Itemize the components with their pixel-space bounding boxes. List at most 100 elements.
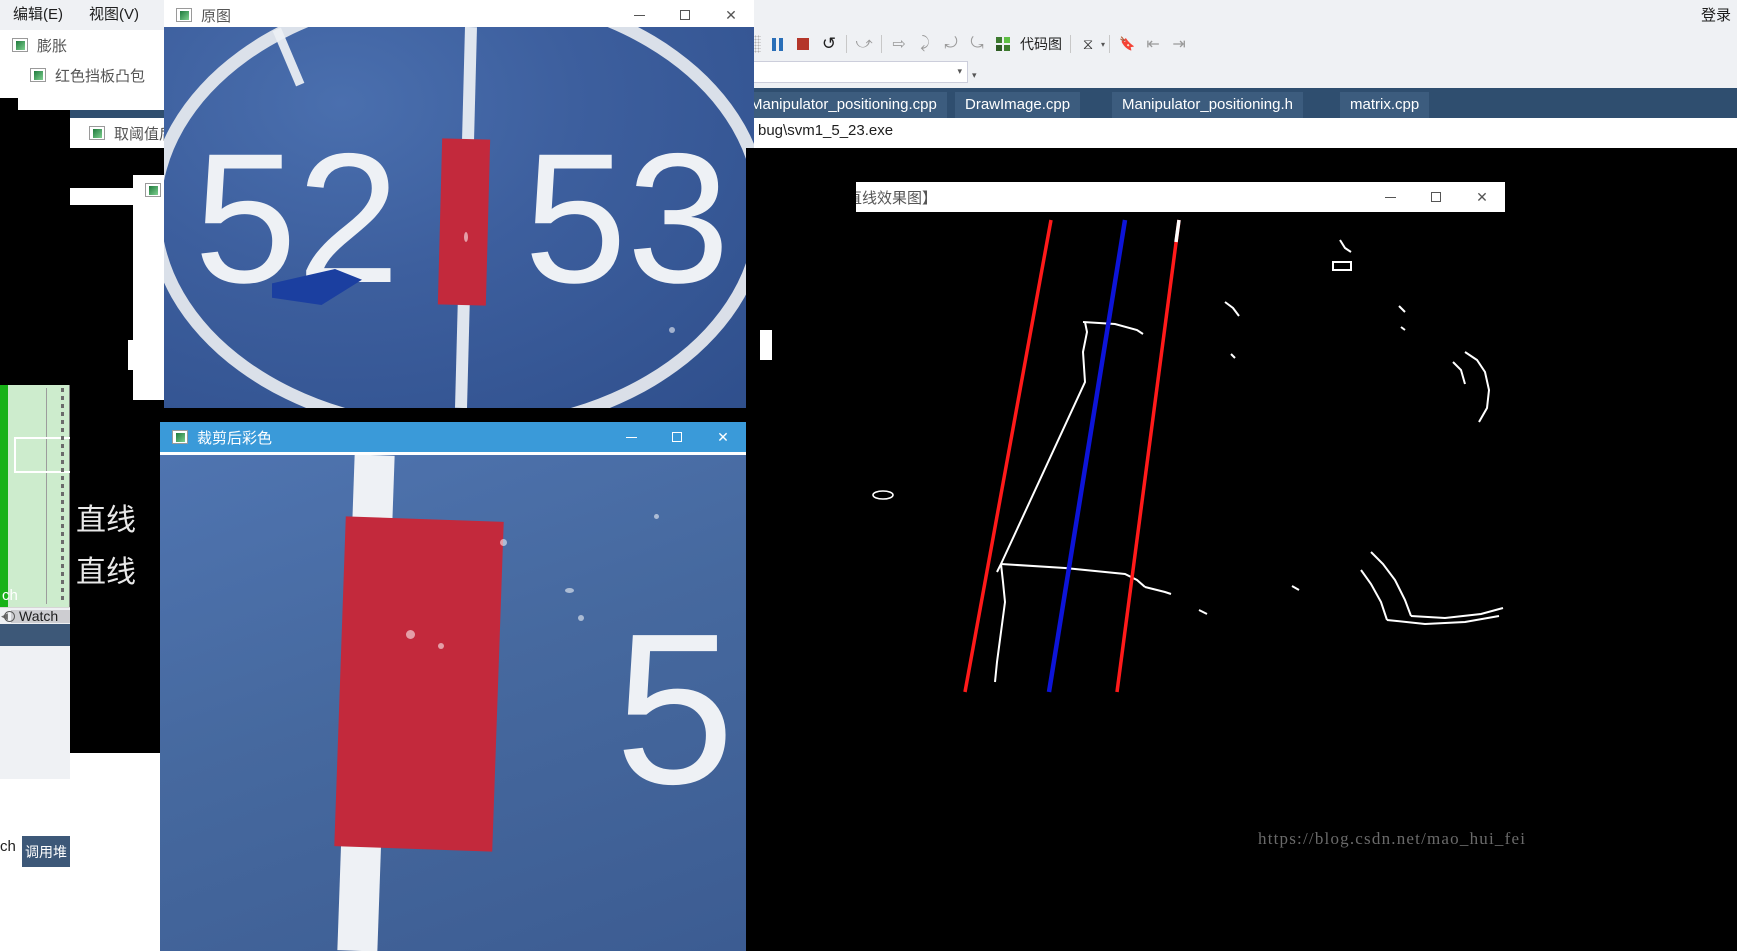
tab-manipulator-positioning-cpp[interactable]: Manipulator_positioning.cpp [740,92,947,118]
threads-icon[interactable]: ⧖ [1075,32,1101,56]
output-exe-path: bug\svm1_5_23.exe [758,122,894,139]
locals-changed-indicator [0,385,8,607]
image-speck [654,514,659,519]
csdn-watermark: https://blog.csdn.net/mao_hui_fei [1258,829,1527,848]
pause-button[interactable] [764,32,790,56]
opencv-window-icon [12,38,28,52]
cropped-digit-5: 5 [615,588,735,829]
cropped-sign-image: 5 [160,455,746,951]
cropped-window-title: 裁剪后彩色 [197,429,273,447]
background-black-left-of-linedetect [746,148,856,422]
hidden-window-handle[interactable] [760,330,772,360]
sign-in-label[interactable]: 登录 [1701,4,1731,25]
toolbar-separator [881,35,883,53]
original-window[interactable]: 原图 ✕ 52 53 [164,0,754,408]
image-speck [669,327,675,333]
step-over-icon[interactable]: ⇨ [886,32,912,56]
linedetect-window-canvas [765,212,1505,694]
code-map-icon[interactable] [990,32,1016,56]
close-button[interactable]: ✕ [708,0,754,30]
locals-grid [0,385,70,607]
unnamed-window-handle[interactable] [128,340,138,370]
code-map-label[interactable]: 代码图 [1016,34,1066,54]
locals-dotted-border [61,388,64,603]
toolbar-separator [1070,35,1072,53]
chevron-down-icon[interactable]: ▾ [957,66,962,77]
bottom-tab-callstack[interactable]: 调用堆 [22,836,70,867]
maximize-button[interactable] [662,0,708,30]
image-speck [406,630,415,639]
background-black-right2 [1505,182,1737,694]
menu-item-view[interactable]: 视图(V) [76,0,152,30]
dilate-window[interactable]: 膨胀 [0,30,188,60]
menu-item-edit[interactable]: 编辑(E) [0,0,76,30]
watch-list-item[interactable]: Watch [4,608,58,624]
sign-digit-53: 53 [524,116,730,322]
line-detect-plot [765,212,1505,694]
next-bookmark-icon[interactable]: ⇥ [1166,32,1192,56]
linedetect-window-controls: ✕ [1367,182,1505,212]
red-baffle-window-body [18,90,188,110]
secondary-toolbar-overflow-icon[interactable]: ▾ [972,70,977,81]
line-label-2: 直线 [76,556,136,589]
watch-tab[interactable]: ch [0,585,18,607]
background-black-sliver [746,422,765,694]
linedetect-window[interactable]: 【检测直线效果图】 ✕ [765,182,1505,694]
maximize-button[interactable] [1413,182,1459,212]
road-sign-image: 52 53 [164,27,754,408]
dilate-window-titlebar[interactable]: 膨胀 [0,30,188,60]
bookmark-icon[interactable]: 🔖 [1114,32,1140,56]
image-speck [438,643,444,649]
stop-debugging-button[interactable] [790,32,816,56]
red-baffle-window-titlebar[interactable]: 红色挡板凸包 [18,60,188,90]
original-window-canvas: 52 53 [164,27,754,408]
tab-manipulator-positioning-h[interactable]: Manipulator_positioning.h [1112,92,1303,118]
image-speck [500,539,507,546]
image-speck [578,615,584,621]
prev-bookmark-icon[interactable]: ⇤ [1140,32,1166,56]
dilate-window-title: 膨胀 [37,37,68,55]
background-black-top [855,148,1737,182]
bottom-tab-search[interactable]: ch [0,838,16,855]
close-button[interactable]: ✕ [1459,182,1505,212]
tab-matrix-cpp[interactable]: matrix.cpp [1340,92,1430,118]
cropped-window-titlebar[interactable]: 裁剪后彩色 ✕ [160,422,746,452]
watch-circle-icon [4,610,15,622]
watch-item-label: Watch [19,608,59,624]
cropped-window-canvas: 5 [160,455,746,951]
minimize-button[interactable] [616,0,662,30]
red-baffle-window[interactable]: 红色挡板凸包 [18,60,188,90]
maximize-button[interactable] [654,422,700,452]
original-window-titlebar[interactable]: 原图 ✕ [164,0,754,30]
minimize-button[interactable] [608,422,654,452]
minimize-button[interactable] [1367,182,1413,212]
toolbar-separator [1109,35,1111,53]
opencv-window-icon [176,8,192,22]
cropped-red-baffle [334,516,504,852]
image-speck [565,588,574,593]
step-into-icon[interactable]: ⤸ [912,32,938,56]
step-out-icon[interactable]: ⤿ [964,32,990,56]
image-speck [464,232,468,242]
toolbar-overflow-icon[interactable]: ▾ [1101,40,1105,49]
opencv-window-icon [30,68,46,82]
red-baffle-window-title: 红色挡板凸包 [55,67,146,85]
red-baffle-marking [437,138,491,306]
linedetect-window-titlebar[interactable]: 【检测直线效果图】 ✕ [765,182,1505,212]
left-dock-panel-background [0,624,70,779]
step-over2-icon[interactable]: ⤾ [938,32,964,56]
tab-drawimage-cpp[interactable]: DrawImage.cpp [955,92,1081,118]
opencv-window-icon [172,430,188,444]
show-next-statement-icon[interactable]: ⤻ [851,32,877,56]
restart-button[interactable]: ↺ [816,32,842,56]
toolbar-separator [846,35,848,53]
cropped-window[interactable]: 裁剪后彩色 ✕ 5 [160,422,746,951]
line-label-1: 直线 [76,504,136,537]
cropped-window-controls: ✕ [608,422,746,452]
locals-column-divider [46,388,47,604]
close-button[interactable]: ✕ [700,422,746,452]
opencv-window-icon [145,183,161,197]
screen-root: 编辑(E) 视图(V) 项目(P) 窗口(W) 帮助(H) 登录 ▾ ↺ ⤻ ⇨… [0,0,1737,951]
original-window-controls: ✕ [616,0,754,30]
background-black-right [746,694,1737,951]
